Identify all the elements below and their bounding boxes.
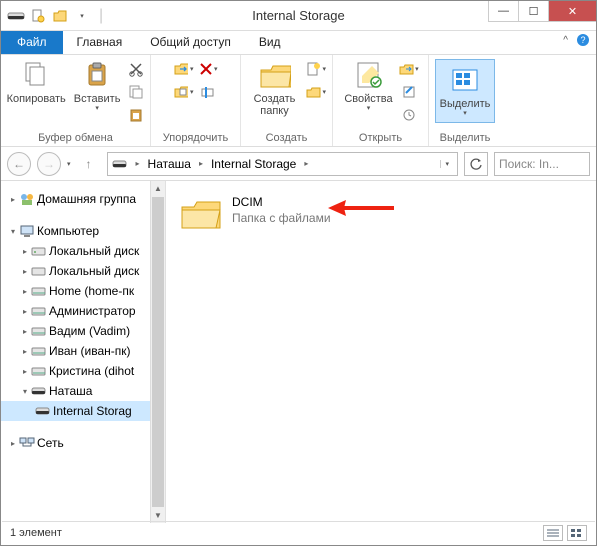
select-group-label: Выделить <box>440 132 491 144</box>
svg-text:?: ? <box>580 35 585 45</box>
nav-tree: ▸Домашняя группа ▾Компьютер ▸Локальный д… <box>1 181 166 523</box>
tree-vadim[interactable]: ▸Вадим (Vadim) <box>1 321 165 341</box>
paste-label: Вставить <box>74 93 121 105</box>
organize-group-label: Упорядочить <box>163 132 228 144</box>
new-folder-button[interactable]: Создать папку <box>247 59 302 117</box>
search-input[interactable]: Поиск: In... <box>494 152 590 176</box>
qat-dropdown-icon[interactable]: ▾ <box>73 9 91 23</box>
paste-dropdown-icon[interactable]: ▾ <box>95 105 99 113</box>
up-button[interactable]: ↑ <box>77 152 101 176</box>
item-type: Папка с файлами <box>232 211 331 227</box>
ribbon: Копировать Вставить ▾ Буфер обмена ▾ ▾ ▾ <box>1 55 596 147</box>
window-title: Internal Storage <box>252 8 345 23</box>
maximize-button[interactable]: ☐ <box>518 1 548 22</box>
copy-to-icon[interactable]: ▾ <box>174 82 194 102</box>
properties-dropdown-icon[interactable]: ▾ <box>367 105 371 113</box>
ribbon-tabs: Файл Главная Общий доступ Вид ^ ? <box>1 31 596 55</box>
address-dropdown-icon[interactable]: ▾ <box>440 160 453 168</box>
history-icon[interactable] <box>399 105 419 125</box>
edit-icon[interactable] <box>399 82 419 102</box>
scroll-thumb[interactable] <box>152 197 164 507</box>
address-bar-row: ← → ▾ ↑ ▸ Наташа ▸ Internal Storage ▸ ▾ … <box>1 147 596 181</box>
tab-home[interactable]: Главная <box>63 31 137 54</box>
tree-scrollbar[interactable]: ▲ ▼ <box>150 181 165 523</box>
item-name: DCIM <box>232 195 331 211</box>
tab-file[interactable]: Файл <box>1 31 63 54</box>
rename-icon[interactable] <box>198 82 218 102</box>
title-bar: ▾ | Internal Storage — ☐ ✕ <box>1 1 596 31</box>
ribbon-collapse-icon[interactable]: ^ <box>563 35 568 46</box>
drive-small-icon <box>112 159 128 169</box>
drive-icon <box>7 9 25 23</box>
qat-folder-icon[interactable] <box>51 9 69 23</box>
select-label: Выделить <box>440 98 491 110</box>
properties-button[interactable]: Свойства ▾ <box>342 59 394 113</box>
close-button[interactable]: ✕ <box>548 1 596 22</box>
move-to-icon[interactable]: ▾ <box>174 59 194 79</box>
history-dropdown-icon[interactable]: ▾ <box>67 160 71 168</box>
new-group-label: Создать <box>266 132 308 144</box>
status-bar: 1 элемент <box>2 521 595 544</box>
open-icon[interactable]: ▾ <box>399 59 419 79</box>
paste-button[interactable]: Вставить ▾ <box>72 59 123 113</box>
tree-ivan[interactable]: ▸Иван (иван-пк) <box>1 341 165 361</box>
easy-access-icon[interactable]: ▾ <box>306 82 326 102</box>
tree-internal-storage[interactable]: Internal Storag <box>1 401 165 421</box>
address-bar[interactable]: ▸ Наташа ▸ Internal Storage ▸ ▾ <box>107 152 458 176</box>
tree-natasha[interactable]: ▾Наташа <box>1 381 165 401</box>
folder-icon <box>180 195 222 231</box>
help-icon[interactable]: ? <box>576 33 590 47</box>
back-button[interactable]: ← <box>7 152 31 176</box>
search-placeholder: Поиск: In... <box>499 157 559 171</box>
breadcrumb-internal-storage[interactable]: Internal Storage <box>211 157 296 171</box>
details-view-icon[interactable] <box>543 525 563 541</box>
cut-icon[interactable] <box>126 59 146 79</box>
file-list[interactable]: DCIM Папка с файлами <box>166 181 596 523</box>
tree-computer[interactable]: ▾Компьютер <box>1 221 165 241</box>
tree-network[interactable]: ▸Сеть <box>1 433 165 453</box>
copy-path-icon[interactable] <box>126 82 146 102</box>
select-button[interactable]: Выделить ▾ <box>435 59 496 123</box>
tree-local-disk-1[interactable]: ▸Локальный диск <box>1 241 165 261</box>
annotation-arrow-icon <box>326 197 396 219</box>
icons-view-icon[interactable] <box>567 525 587 541</box>
tree-home[interactable]: ▸Home (home-пк <box>1 281 165 301</box>
select-dropdown-icon[interactable]: ▾ <box>463 110 467 118</box>
new-item-icon[interactable]: ▾ <box>306 59 326 79</box>
qat-new-icon[interactable] <box>29 9 47 23</box>
tree-admin[interactable]: ▸Администратор <box>1 301 165 321</box>
forward-button[interactable]: → <box>37 152 61 176</box>
tab-share[interactable]: Общий доступ <box>136 31 245 54</box>
tab-view[interactable]: Вид <box>245 31 295 54</box>
delete-icon[interactable]: ▾ <box>198 59 218 79</box>
refresh-button[interactable] <box>464 152 488 176</box>
main-area: ▸Домашняя группа ▾Компьютер ▸Локальный д… <box>1 181 596 523</box>
tree-local-disk-2[interactable]: ▸Локальный диск <box>1 261 165 281</box>
properties-label: Свойства <box>344 93 392 105</box>
paste-shortcut-icon[interactable] <box>126 105 146 125</box>
new-folder-label: Создать папку <box>249 93 300 117</box>
breadcrumb-natasha[interactable]: Наташа <box>148 157 191 171</box>
copy-button[interactable]: Копировать <box>5 59 68 105</box>
clipboard-group-label: Буфер обмена <box>38 132 113 144</box>
tree-kristina[interactable]: ▸Кристина (dihot <box>1 361 165 381</box>
tree-homegroup[interactable]: ▸Домашняя группа <box>1 189 165 209</box>
status-count: 1 элемент <box>10 527 62 539</box>
minimize-button[interactable]: — <box>488 1 518 22</box>
copy-label: Копировать <box>7 93 66 105</box>
open-group-label: Открыть <box>359 132 402 144</box>
scroll-up-icon[interactable]: ▲ <box>151 181 165 196</box>
